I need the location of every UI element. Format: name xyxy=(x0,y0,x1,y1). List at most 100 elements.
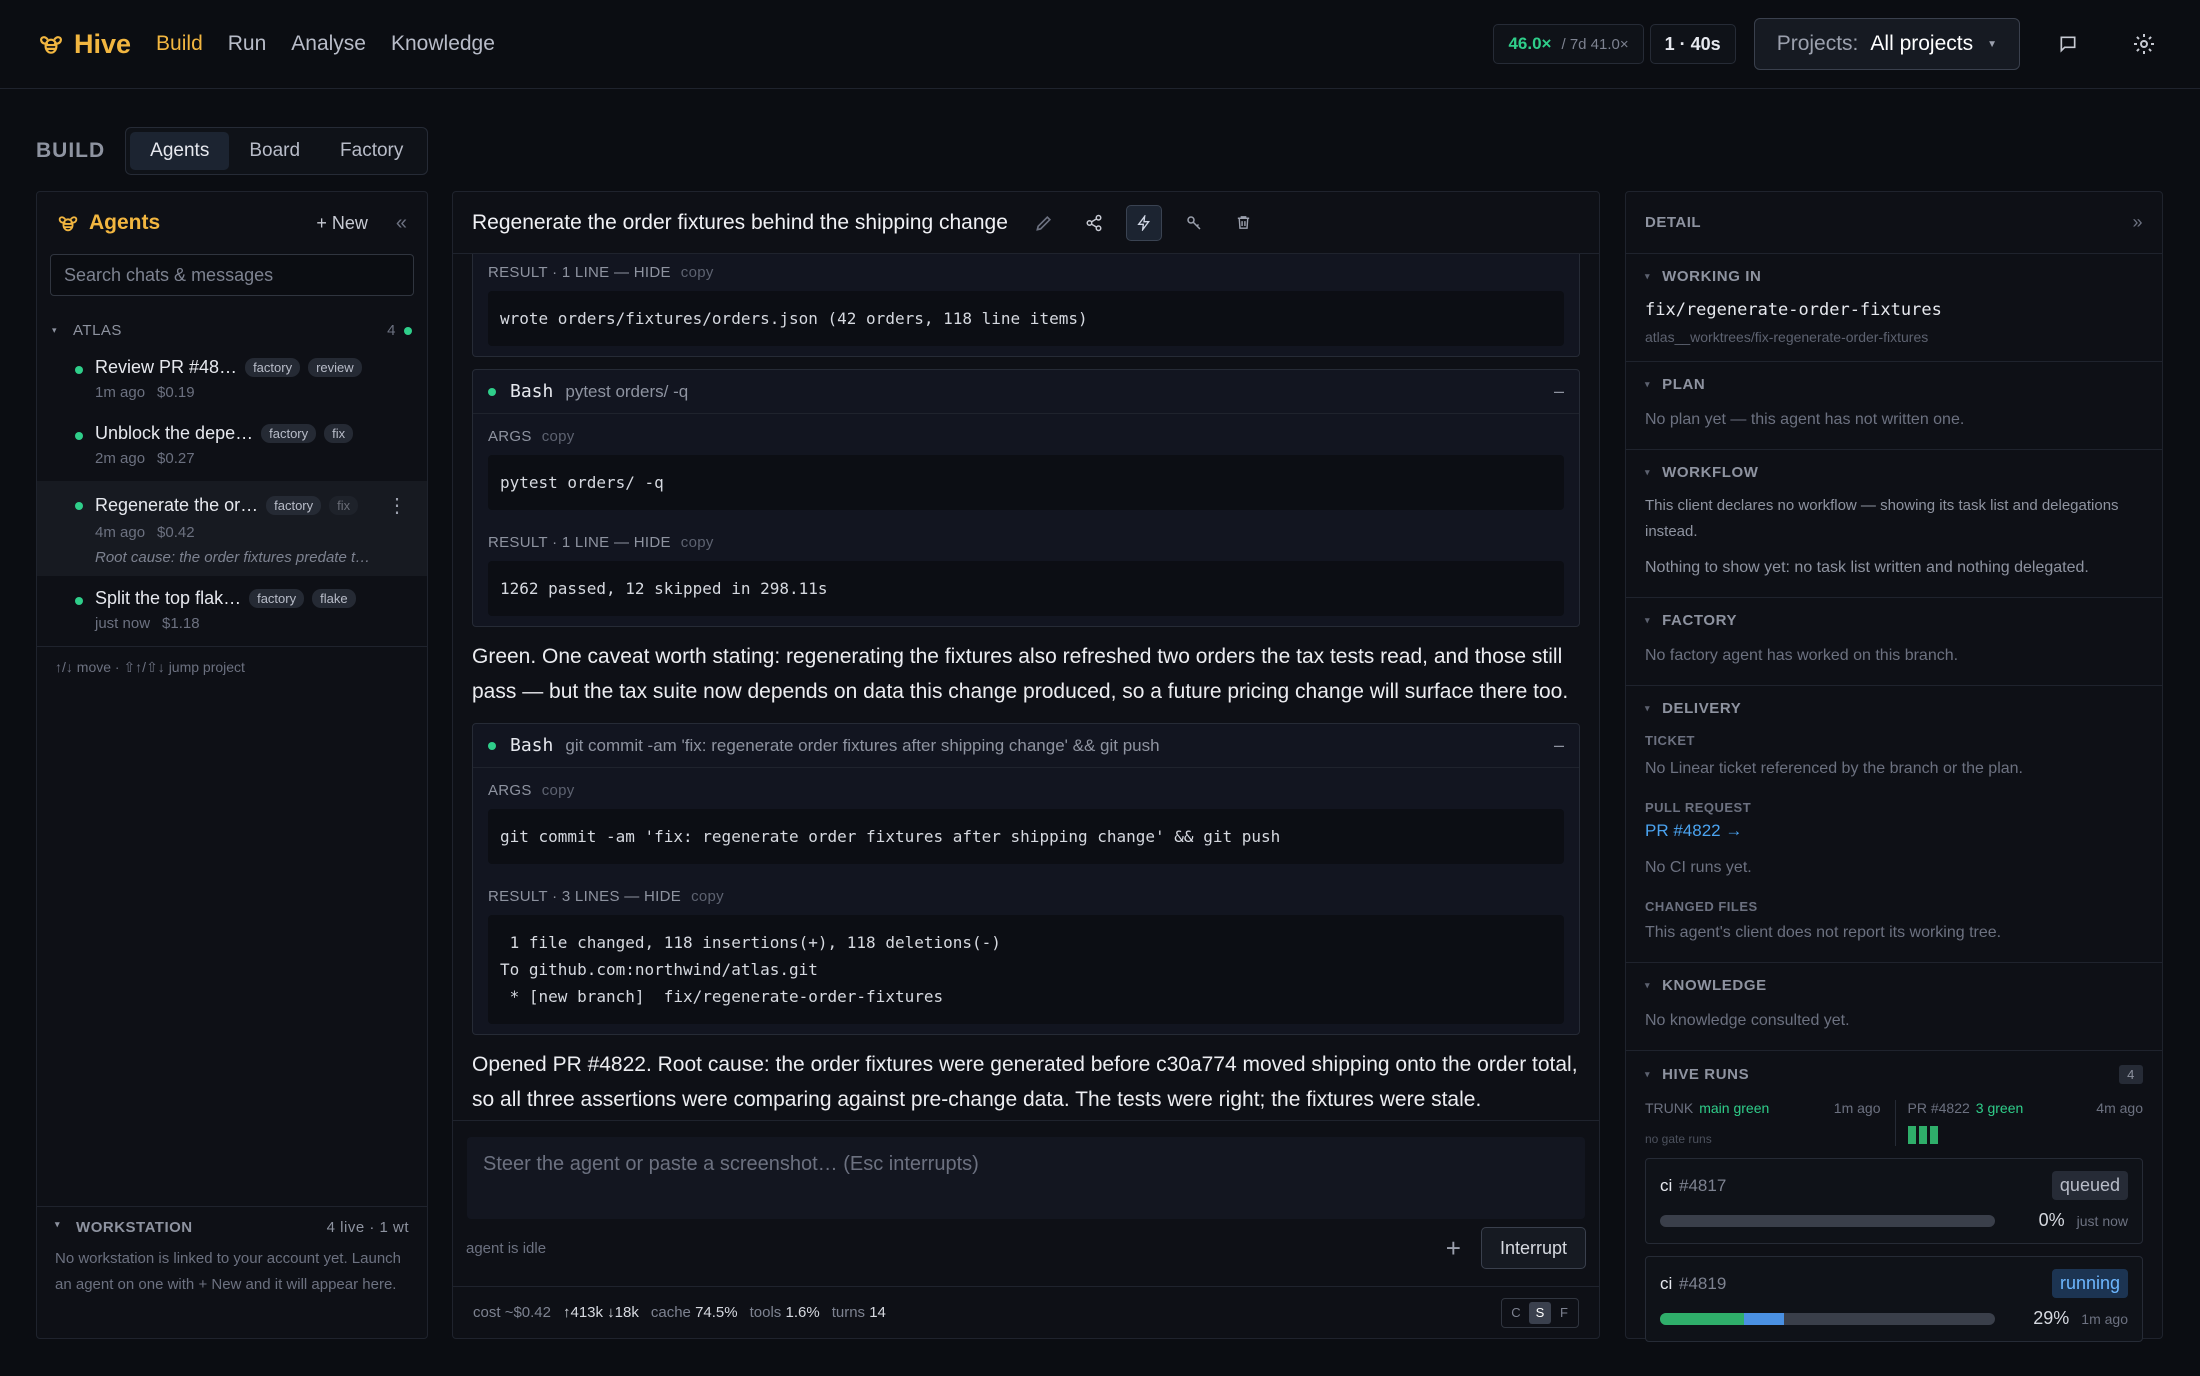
tool-call-header[interactable]: Bash git commit -am 'fix: regenerate ord… xyxy=(473,724,1579,768)
agent-message: Opened PR #4822. Root cause: the order f… xyxy=(472,1053,1578,1111)
build-tabs: Agents Board Factory xyxy=(125,127,429,175)
caret-icon: ▾ xyxy=(1645,467,1651,477)
nav-knowledge[interactable]: Knowledge xyxy=(391,32,495,56)
ci-job[interactable]: ci #4819 running 29% 1m ago xyxy=(1645,1256,2143,1342)
result-output: wrote orders/fixtures/orders.json (42 or… xyxy=(488,291,1564,346)
job-number: #4819 xyxy=(1679,1273,1727,1293)
nav-run[interactable]: Run xyxy=(228,32,267,56)
interrupt-button[interactable]: Interrupt xyxy=(1480,1227,1586,1269)
result-label[interactable]: RESULT · 1 LINE — HIDE xyxy=(488,264,671,281)
changed-files-text: This agent's client does not report its … xyxy=(1645,924,2002,941)
collapse-icon[interactable]: – xyxy=(1554,381,1564,402)
tab-agents[interactable]: Agents xyxy=(130,132,230,170)
tab-factory[interactable]: Factory xyxy=(320,132,423,170)
app-logo[interactable]: Hive xyxy=(38,29,131,60)
app-name: Hive xyxy=(74,28,132,59)
section-header[interactable]: ▾ DELIVERY xyxy=(1645,700,2143,717)
mode-s[interactable]: S xyxy=(1529,1301,1551,1324)
section-header[interactable]: ▾ WORKING IN xyxy=(1645,268,2143,285)
trunk-run[interactable]: TRUNK main green 1m ago no gate runs xyxy=(1645,1100,1896,1146)
mode-c[interactable]: C xyxy=(1505,1302,1527,1324)
agent-list-item[interactable]: Unblock the depe… factory fix 2m ago $0.27 xyxy=(37,415,427,475)
status-dot-icon xyxy=(488,741,496,750)
pr-run-bars xyxy=(1907,1126,2144,1144)
factory-section: ▾ FACTORY No factory agent has worked on … xyxy=(1626,598,2162,686)
delivery-section: ▾ DELIVERY TICKET No Linear ticket refere… xyxy=(1626,686,2162,963)
trunk-status: main green xyxy=(1699,1100,1770,1116)
section-header[interactable]: ▾ WORKFLOW xyxy=(1645,464,2143,481)
copy-button[interactable]: copy xyxy=(681,264,714,281)
new-agent-button[interactable]: + New xyxy=(316,213,368,234)
more-vertical-icon[interactable]: ⋮ xyxy=(387,493,407,518)
agent-list-item-selected[interactable]: Regenerate the or… factory fix ⋮ 4m ago $0.4… xyxy=(37,481,427,576)
expand-panel-button[interactable]: » xyxy=(2132,212,2143,233)
tool-call-block: Bash git commit -am 'fix: regenerate ord… xyxy=(472,723,1580,1035)
share-icon[interactable] xyxy=(1076,205,1112,241)
mode-f[interactable]: F xyxy=(1553,1302,1575,1324)
key-icon[interactable] xyxy=(1176,205,1212,241)
agent-list-item[interactable]: Review PR #48… factory review 1m ago $0.19 xyxy=(37,349,427,409)
status-dot-icon xyxy=(75,597,83,605)
cost-stat: cost ~$0.42 xyxy=(473,1304,551,1321)
pr-run-time: 4m ago xyxy=(2096,1100,2143,1116)
timer-metric[interactable]: 1 · 40s xyxy=(1649,24,1736,64)
search-input[interactable]: Search chats & messages xyxy=(50,254,414,296)
pr-link[interactable]: PR #4822 → xyxy=(1645,821,2143,841)
section-title: PLAN xyxy=(1662,376,1706,393)
agent-title: Regenerate the or… xyxy=(95,495,259,515)
section-header[interactable]: ▾ KNOWLEDGE xyxy=(1645,977,2143,994)
projects-select[interactable]: Projects: All projects ▼ xyxy=(1753,18,2020,70)
status-dot-icon xyxy=(75,432,83,440)
agent-list-item[interactable]: Split the top flak… factory flake just now… xyxy=(37,580,427,640)
agent-cost: $0.19 xyxy=(157,384,195,401)
pr-run[interactable]: PR #4822 3 green 4m ago xyxy=(1896,1100,2144,1146)
section-header[interactable]: ▾ HIVE RUNS 4 xyxy=(1645,1065,2143,1084)
collapse-caret-icon[interactable]: ▾ xyxy=(55,1219,60,1236)
lightning-icon[interactable] xyxy=(1125,204,1162,241)
throughput-metric[interactable]: 46.0× / 7d 41.0× xyxy=(1493,24,1644,64)
trash-icon[interactable] xyxy=(1226,205,1262,241)
job-name: ci xyxy=(1660,1175,1673,1195)
result-label[interactable]: RESULT · 1 LINE — HIDE xyxy=(488,534,671,551)
message-thread[interactable]: RESULT · 1 LINE — HIDE copy wrote orders/… xyxy=(453,254,1599,1120)
nav-build[interactable]: Build xyxy=(156,32,203,56)
collapse-icon[interactable]: – xyxy=(1554,735,1564,756)
agents-panel: Agents + New « Search chats & messages ▾… xyxy=(36,191,428,1339)
status-dot-icon xyxy=(488,387,496,396)
caret-icon: ▾ xyxy=(1645,271,1651,281)
gear-icon[interactable] xyxy=(2126,26,2162,62)
ticket-text: No Linear ticket referenced by the branc… xyxy=(1645,760,2023,777)
project-group-atlas[interactable]: ▾ ATLAS 4 xyxy=(37,322,427,339)
pr-run-status: 3 green xyxy=(1975,1100,2024,1116)
copy-button[interactable]: copy xyxy=(542,782,575,799)
nav-analyse[interactable]: Analyse xyxy=(291,32,366,56)
plus-icon[interactable]: + xyxy=(1446,1233,1461,1264)
caret-icon: ▾ xyxy=(1645,615,1651,625)
build-header: BUILD Agents Board Factory xyxy=(36,127,429,175)
chat-icon[interactable] xyxy=(2050,26,2086,62)
steer-input[interactable]: Steer the agent or paste a screenshot… (… xyxy=(467,1137,1585,1219)
group-count: 4 xyxy=(387,322,396,339)
plan-section: ▾ PLAN No plan yet — this agent has not w… xyxy=(1626,362,2162,450)
copy-button[interactable]: copy xyxy=(681,534,714,551)
result-output: 1262 passed, 12 skipped in 298.11s xyxy=(488,561,1564,616)
copy-button[interactable]: copy xyxy=(542,428,575,445)
pencil-icon[interactable] xyxy=(1026,205,1062,241)
turns-stat: turns 14 xyxy=(832,1304,886,1321)
section-header[interactable]: ▾ FACTORY xyxy=(1645,612,2143,629)
keyboard-hint: ↑/↓ move · ⇧↑/⇧↓ jump project xyxy=(37,646,427,688)
ci-job[interactable]: ci #4817 queued 0% just now xyxy=(1645,1158,2143,1244)
live-dot-icon xyxy=(404,326,412,335)
tool-call-header[interactable]: Bash pytest orders/ -q – xyxy=(473,370,1579,414)
copy-button[interactable]: copy xyxy=(691,888,724,905)
tab-board[interactable]: Board xyxy=(229,132,320,170)
status-dot-icon xyxy=(75,502,83,510)
workflow-section: ▾ WORKFLOW This client declares no workfl… xyxy=(1626,450,2162,598)
section-header[interactable]: ▾ PLAN xyxy=(1645,376,2143,393)
collapse-panel-button[interactable]: « xyxy=(396,212,407,235)
token-stat: ↑413k ↓18k xyxy=(562,1304,639,1321)
result-label[interactable]: RESULT · 3 LINES — HIDE xyxy=(488,888,681,905)
cache-stat: cache 74.5% xyxy=(651,1304,738,1321)
tag-chip: review xyxy=(308,358,362,377)
section-title: WORKING IN xyxy=(1662,268,1762,285)
